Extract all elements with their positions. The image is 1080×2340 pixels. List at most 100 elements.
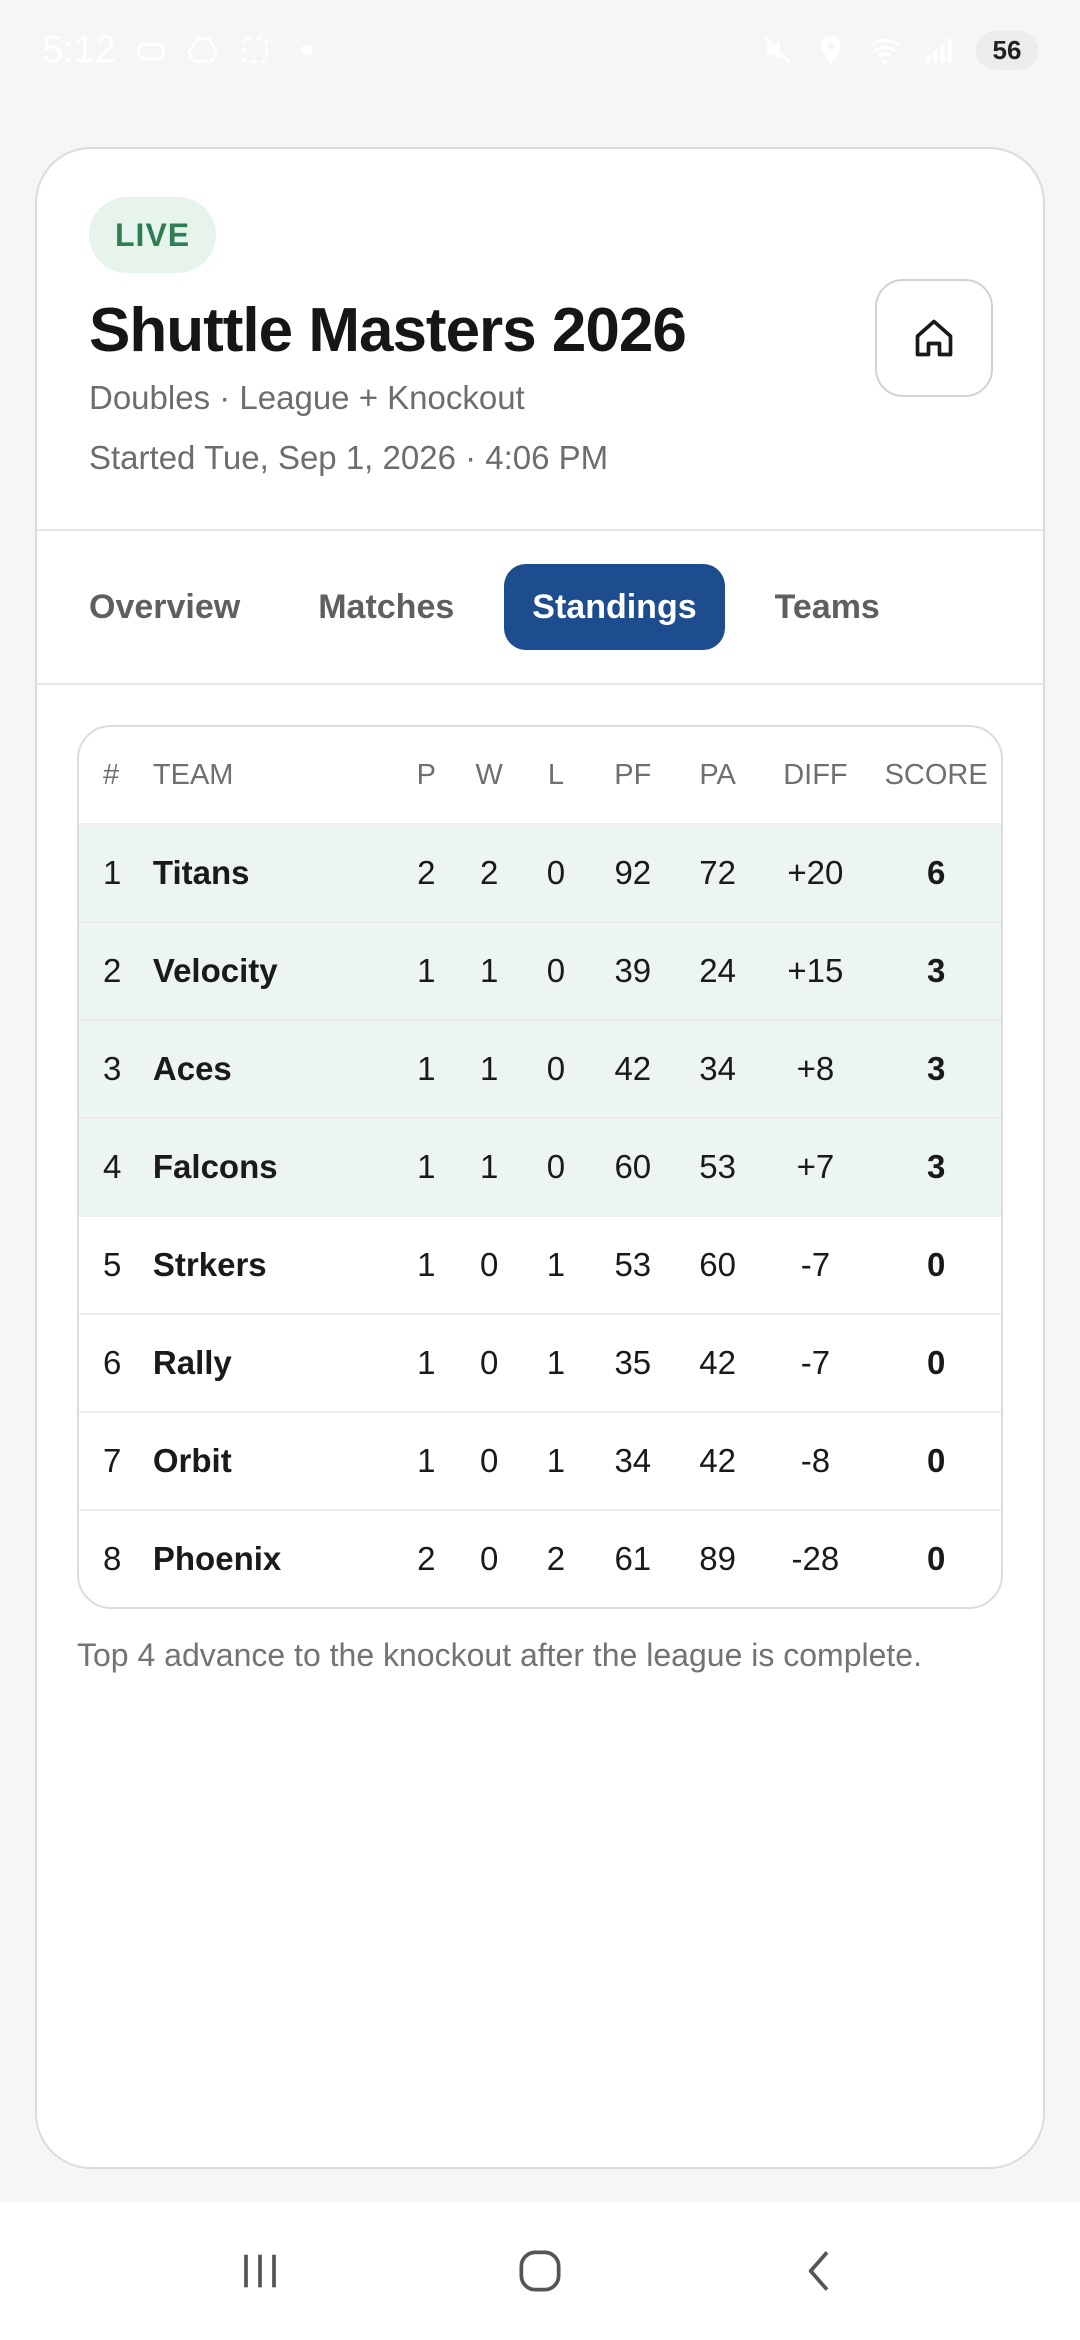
row-rank: 1	[103, 854, 122, 891]
tournament-header: LIVE Shuttle Masters 2026 Doubles · Leag…	[37, 149, 1043, 529]
row-played: 1	[417, 1442, 436, 1479]
recents-button[interactable]	[230, 2241, 290, 2301]
status-bar: 5:12 56	[0, 0, 1080, 100]
row-team: Titans	[152, 854, 250, 891]
col-team-header: TEAM	[152, 758, 234, 791]
table-row[interactable]: 7 Orbit 1 0 1 34 42 -8 0	[79, 1411, 1001, 1509]
col-played-header: P	[416, 758, 436, 791]
row-rank: 7	[103, 1442, 122, 1479]
row-score: 3	[926, 952, 946, 989]
row-score: 0	[926, 1246, 946, 1283]
row-points-for: 39	[614, 952, 652, 989]
tab-matches[interactable]: Matches	[290, 564, 482, 650]
table-header-row: # TEAM P W L PF PA DIFF SCORE	[79, 727, 1001, 823]
row-points-for: 53	[614, 1246, 652, 1283]
location-icon	[821, 35, 841, 65]
row-played: 2	[417, 1540, 436, 1577]
row-lost: 0	[546, 1050, 566, 1087]
recents-icon	[244, 2254, 276, 2288]
row-team: Aces	[152, 1050, 232, 1087]
row-diff: +15	[787, 952, 844, 989]
row-team: Strkers	[152, 1246, 267, 1283]
row-points-against: 42	[699, 1442, 736, 1479]
drive-icon	[187, 37, 219, 63]
row-lost: 1	[546, 1344, 566, 1381]
col-score-header: SCORE	[884, 758, 988, 791]
row-won: 1	[479, 1148, 499, 1185]
system-home-button[interactable]	[510, 2241, 570, 2301]
standings-table: # TEAM P W L PF PA DIFF SCORE 1 Titans 2…	[77, 725, 1003, 1609]
row-diff: -28	[791, 1540, 840, 1577]
row-score: 0	[926, 1442, 946, 1479]
table-row[interactable]: 2 Velocity 1 1 0 39 24 +15 3	[79, 921, 1001, 1019]
row-won: 0	[479, 1246, 499, 1283]
status-time: 5:12	[42, 28, 116, 71]
tab-teams[interactable]: Teams	[747, 564, 908, 650]
home-button[interactable]	[875, 279, 993, 397]
row-points-for: 60	[614, 1148, 652, 1185]
row-won: 2	[479, 854, 499, 891]
col-points-against-header: PA	[699, 758, 736, 791]
table-row[interactable]: 4 Falcons 1 1 0 60 53 +7 3	[79, 1117, 1001, 1215]
row-points-against: 72	[699, 854, 736, 891]
table-row[interactable]: 6 Rally 1 0 1 35 42 -7 0	[79, 1313, 1001, 1411]
row-lost: 2	[546, 1540, 566, 1577]
table-row[interactable]: 3 Aces 1 1 0 42 34 +8 3	[79, 1019, 1001, 1117]
row-points-against: 53	[699, 1148, 736, 1185]
gamepad-icon	[136, 42, 166, 60]
tab-overview[interactable]: Overview	[61, 564, 268, 650]
row-lost: 1	[546, 1442, 566, 1479]
row-won: 0	[479, 1442, 499, 1479]
mute-icon	[763, 36, 791, 64]
row-played: 1	[417, 1246, 436, 1283]
row-played: 1	[417, 1050, 436, 1087]
row-team: Phoenix	[152, 1540, 282, 1577]
tournament-card: LIVE Shuttle Masters 2026 Doubles · Leag…	[35, 147, 1045, 2169]
col-won-header: W	[475, 758, 503, 791]
row-points-against: 42	[699, 1344, 736, 1381]
row-won: 1	[479, 1050, 499, 1087]
tab-standings[interactable]: Standings	[504, 564, 725, 650]
home-circle-icon	[519, 2250, 561, 2292]
row-score: 3	[926, 1148, 946, 1185]
status-left: 5:12	[42, 29, 324, 72]
screenshot-icon	[242, 37, 268, 63]
table-row[interactable]: 5 Strkers 1 0 1 53 60 -7 0	[79, 1215, 1001, 1313]
row-score: 6	[926, 854, 946, 891]
row-diff: +7	[796, 1148, 835, 1185]
row-points-against: 24	[699, 952, 736, 989]
row-rank: 3	[103, 1050, 122, 1087]
row-score: 0	[926, 1540, 946, 1577]
row-points-for: 34	[614, 1442, 652, 1479]
row-won: 0	[479, 1540, 499, 1577]
back-button[interactable]	[790, 2241, 850, 2301]
col-diff-header: DIFF	[783, 758, 848, 791]
tournament-title: Shuttle Masters 2026	[89, 296, 687, 365]
row-played: 1	[417, 952, 436, 989]
row-score: 0	[926, 1344, 946, 1381]
row-played: 2	[417, 854, 436, 891]
table-row[interactable]: 8 Phoenix 2 0 2 61 89 -28 0	[79, 1509, 1001, 1607]
row-diff: +8	[796, 1050, 835, 1087]
row-played: 1	[417, 1344, 436, 1381]
row-diff: -8	[800, 1442, 831, 1479]
row-diff: +20	[787, 854, 844, 891]
standings-note: Top 4 advance to the knockout after the …	[77, 1637, 922, 1673]
col-points-for-header: PF	[614, 758, 652, 791]
row-team: Rally	[152, 1344, 232, 1381]
signal-icon	[926, 38, 952, 63]
row-lost: 0	[546, 854, 566, 891]
row-points-for: 35	[614, 1344, 652, 1381]
row-won: 0	[479, 1344, 499, 1381]
row-diff: -7	[800, 1344, 831, 1381]
col-lost-header: L	[547, 758, 565, 791]
table-row[interactable]: 1 Titans 2 2 0 92 72 +20 6	[79, 823, 1001, 921]
dot-icon	[301, 44, 313, 56]
row-lost: 1	[546, 1246, 566, 1283]
tabs-divider	[37, 683, 1043, 685]
row-team: Falcons	[152, 1148, 278, 1185]
row-rank: 2	[103, 952, 122, 989]
row-diff: -7	[800, 1246, 831, 1283]
row-points-for: 92	[614, 854, 652, 891]
row-points-against: 34	[699, 1050, 736, 1087]
